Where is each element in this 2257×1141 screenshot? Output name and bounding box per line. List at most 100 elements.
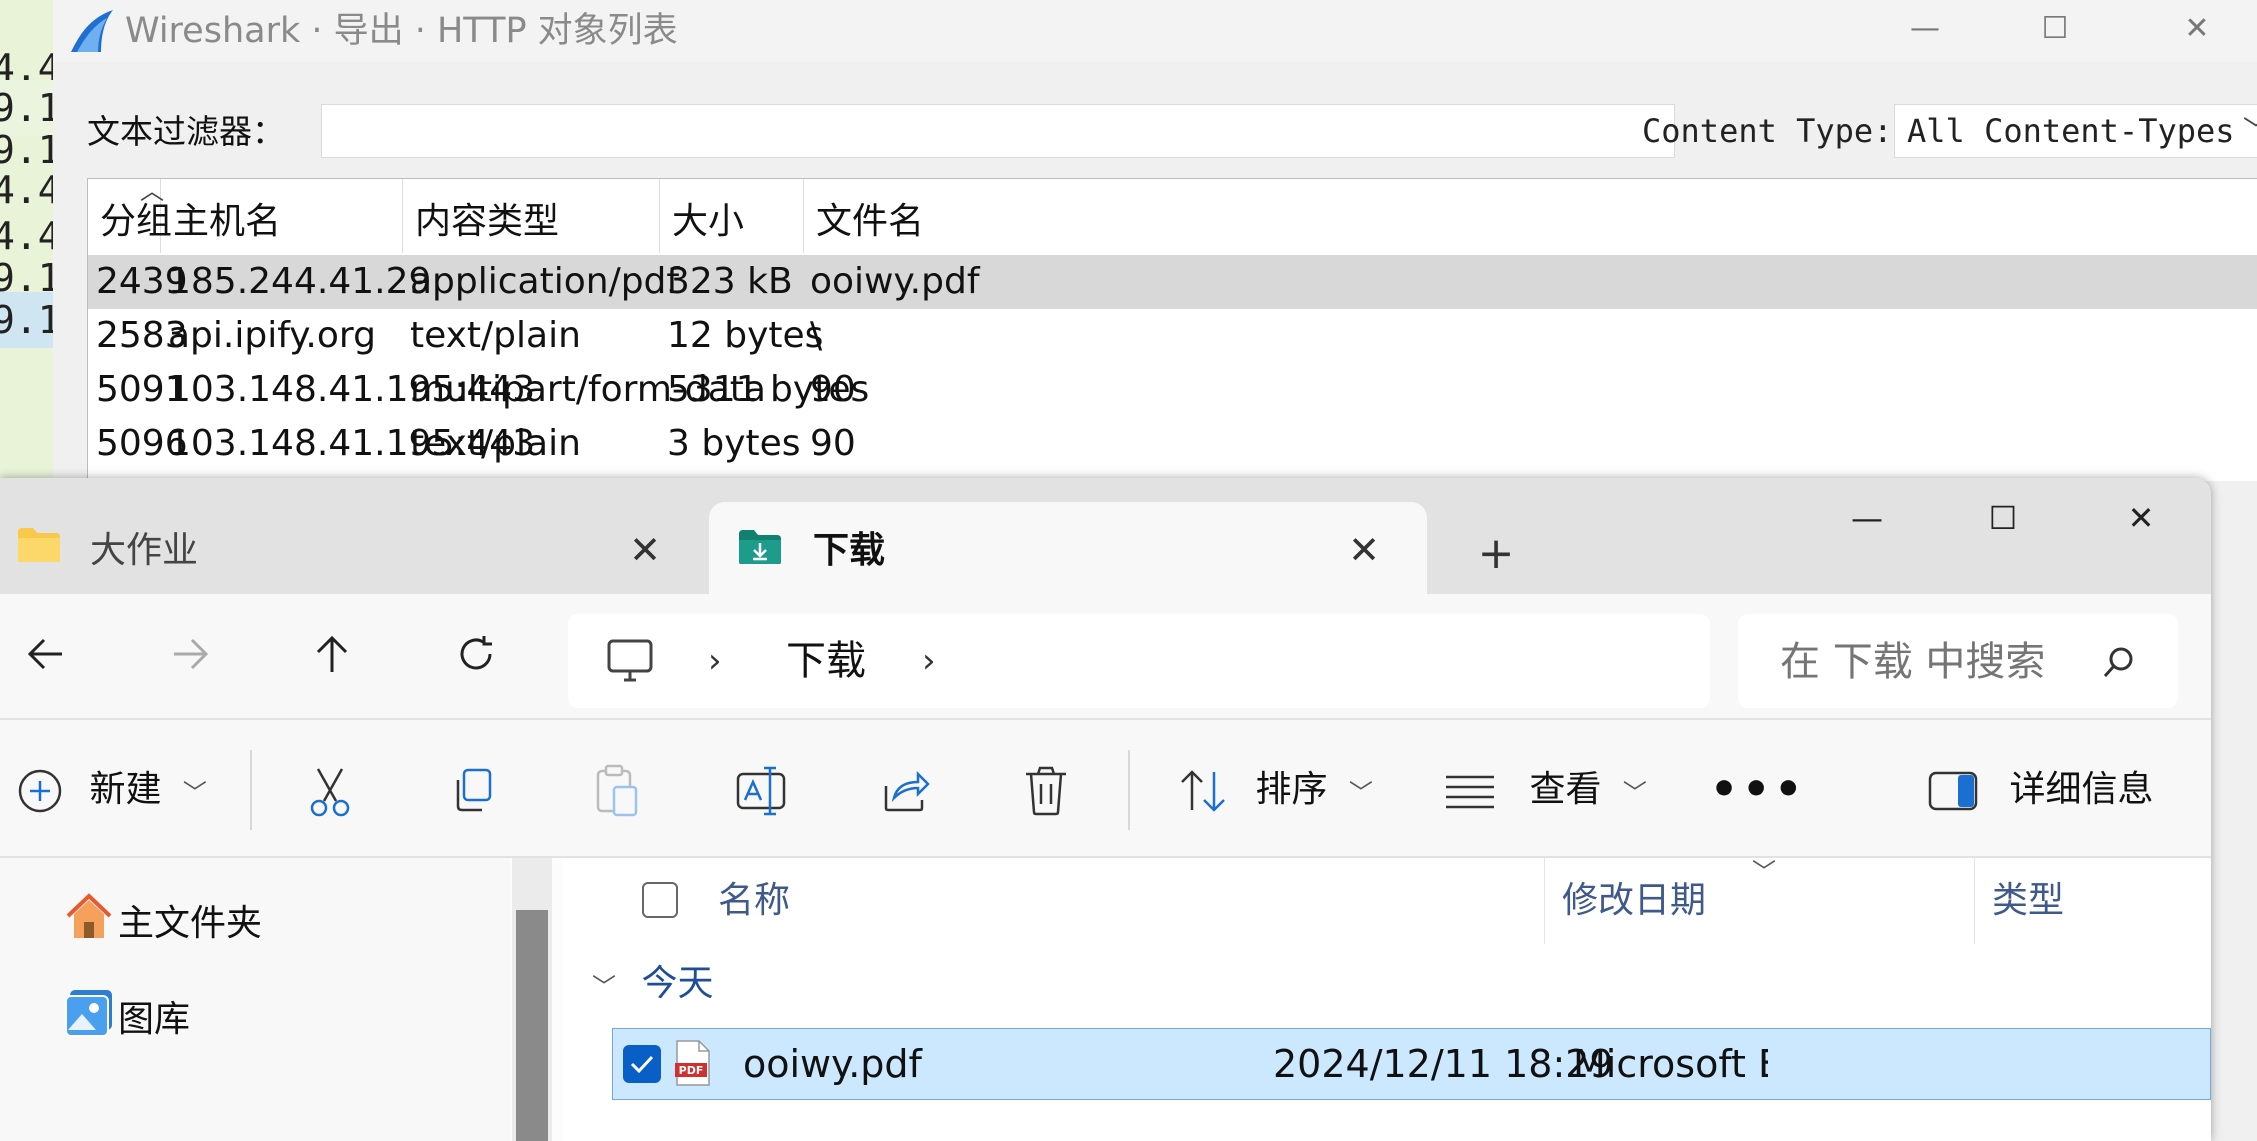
share-icon bbox=[884, 770, 930, 812]
explorer-tab-bar: 大作业 ✕ 下载 ✕ + — ☐ ✕ bbox=[0, 478, 2211, 594]
back-button[interactable] bbox=[16, 632, 76, 692]
content-type-value: All Content-Types bbox=[1907, 112, 2235, 150]
group-header-today[interactable]: ﹀ 今天 bbox=[592, 954, 713, 1014]
maximize-button[interactable]: ☐ bbox=[2025, 0, 2085, 62]
tab-downloads[interactable]: 下载 ✕ bbox=[709, 502, 1427, 594]
column-header-hostname[interactable]: 主机名 bbox=[161, 179, 403, 253]
chevron-down-icon: ﹀ bbox=[2243, 105, 2257, 157]
view-button[interactable]: 查看 ﹀ bbox=[1444, 750, 1647, 830]
column-header-filename[interactable]: 文件名 bbox=[804, 179, 2257, 253]
search-input[interactable] bbox=[1778, 634, 2082, 690]
file-type: Microsoft Edge PDF Document bbox=[1573, 1042, 1768, 1086]
table-row[interactable]: 2439 185.244.41.29 application/pdf 323 k… bbox=[88, 255, 2257, 309]
table-row[interactable]: 5096 103.148.41.195:443 text/plain 3 byt… bbox=[88, 417, 2257, 471]
minimize-button[interactable]: — bbox=[1822, 478, 1912, 558]
refresh-button[interactable] bbox=[446, 632, 506, 692]
maximize-button[interactable]: ☐ bbox=[1958, 478, 2048, 558]
new-button[interactable]: 新建 ﹀ bbox=[16, 750, 207, 830]
background-row: 9.1 bbox=[0, 292, 55, 348]
nav-item-home[interactable]: 主文件夹 bbox=[118, 894, 262, 954]
column-divider bbox=[1544, 858, 1545, 944]
cell-filename: ooiwy.pdf bbox=[810, 261, 980, 302]
arrow-up-icon bbox=[316, 635, 348, 672]
text-filter-label: 文本过滤器： bbox=[87, 112, 285, 151]
rename-icon bbox=[736, 766, 786, 816]
column-header-size[interactable]: 大小 bbox=[660, 179, 804, 253]
cell-content-type: text/plain bbox=[410, 423, 581, 464]
wireshark-title-bar: Wireshark · 导出 · HTTP 对象列表 — ☐ ✕ bbox=[53, 0, 2257, 62]
select-all-checkbox[interactable] bbox=[642, 882, 678, 918]
cell-size: 323 kB bbox=[667, 261, 793, 302]
file-explorer-window: 大作业 ✕ 下载 ✕ + — ☐ ✕ › 下载 › 在 下载 中搜索 新建 ﹀ … bbox=[0, 478, 2211, 1141]
address-bar[interactable]: › 下载 › bbox=[568, 614, 1710, 708]
group-label: 今天 bbox=[641, 963, 714, 1004]
sort-icon bbox=[1181, 770, 1225, 812]
sort-button[interactable]: 排序 ﹀ bbox=[1176, 750, 1373, 830]
divider bbox=[250, 750, 252, 830]
tab-assignment-folder[interactable]: 大作业 ✕ bbox=[0, 502, 700, 594]
plus-circle-icon bbox=[18, 769, 62, 813]
copy-button[interactable] bbox=[448, 750, 498, 830]
divider bbox=[1128, 750, 1130, 830]
column-divider bbox=[1974, 858, 1975, 944]
list-view-icon bbox=[1446, 775, 1494, 809]
minimize-button[interactable]: — bbox=[1895, 0, 1955, 62]
background-packet-list: 4.4 9.1 9.1 4.4 4.4 9.1 9.1 bbox=[0, 0, 57, 480]
navigation-scrollbar-thumb[interactable] bbox=[516, 910, 548, 1141]
cell-hostname: 185.244.41.29 bbox=[168, 261, 432, 302]
column-header-name[interactable]: 名称 bbox=[718, 858, 790, 944]
delete-button[interactable] bbox=[1022, 750, 1070, 830]
new-tab-button[interactable]: + bbox=[1466, 514, 1526, 594]
pdf-file-icon: PDF bbox=[675, 1040, 710, 1086]
more-options-icon[interactable]: ••• bbox=[1710, 750, 1806, 830]
paste-button[interactable] bbox=[592, 750, 642, 830]
close-tab-icon[interactable]: ✕ bbox=[1339, 502, 1389, 594]
view-label: 查看 bbox=[1529, 769, 1602, 810]
file-name: ooiwy.pdf bbox=[743, 1042, 922, 1086]
close-button[interactable]: ✕ bbox=[2167, 0, 2227, 62]
explorer-address-row: › 下载 › bbox=[0, 594, 2211, 718]
cell-filename: 90 bbox=[810, 423, 856, 464]
refresh-icon bbox=[460, 636, 492, 670]
list-item[interactable]: PDF ooiwy.pdf 2024/12/11 18:29 Microsoft… bbox=[612, 1028, 2211, 1100]
trash-icon bbox=[1026, 766, 1066, 816]
breadcrumb-chevron-icon[interactable]: › bbox=[708, 614, 722, 708]
details-pane-button[interactable]: 详细信息 bbox=[1928, 750, 2153, 830]
http-object-table: 分组 ︿ 主机名 内容类型 大小 文件名 2439 185.244.41.29 … bbox=[87, 178, 2257, 481]
explorer-body: 主文件夹 图库 名称 修改日期 ﹀ 类型 ﹀ 今天 PDF ooiwy.pdf … bbox=[0, 858, 2211, 1141]
close-tab-icon[interactable]: ✕ bbox=[620, 502, 670, 594]
rename-button[interactable] bbox=[734, 750, 788, 830]
close-button[interactable]: ✕ bbox=[2096, 478, 2186, 558]
navigation-pane: 主文件夹 图库 bbox=[0, 858, 510, 1141]
cell-content-type: application/pdf bbox=[410, 261, 680, 302]
column-header-type[interactable]: 类型 bbox=[1992, 858, 2064, 944]
nav-item-gallery[interactable]: 图库 bbox=[118, 990, 190, 1050]
wireshark-window-title: Wireshark · 导出 · HTTP 对象列表 bbox=[125, 11, 678, 51]
search-box[interactable] bbox=[1738, 614, 2178, 708]
item-checkbox-checked[interactable] bbox=[623, 1045, 661, 1083]
details-pane-icon bbox=[1928, 771, 1978, 811]
forward-button[interactable] bbox=[160, 632, 220, 692]
tab-label: 下载 bbox=[813, 530, 886, 571]
up-button[interactable] bbox=[302, 632, 362, 692]
column-header-date-modified[interactable]: 修改日期 bbox=[1562, 858, 1706, 944]
chevron-down-icon: ﹀ bbox=[182, 779, 207, 807]
chevron-down-icon: ﹀ bbox=[1348, 779, 1373, 807]
tab-label: 大作业 bbox=[90, 530, 199, 571]
breadcrumb-downloads[interactable]: 下载 bbox=[786, 614, 866, 708]
breadcrumb-chevron-icon[interactable]: › bbox=[922, 614, 936, 708]
text-filter-input[interactable] bbox=[321, 104, 1675, 158]
share-button[interactable] bbox=[880, 750, 930, 830]
arrow-right-icon bbox=[174, 638, 209, 670]
computer-icon bbox=[607, 639, 653, 682]
table-row[interactable]: 5091 103.148.41.195:443 multipart/form-d… bbox=[88, 363, 2257, 417]
table-row[interactable]: 2583 api.ipify.org text/plain 12 bytes \ bbox=[88, 309, 2257, 363]
gallery-icon bbox=[65, 990, 112, 1037]
cut-button[interactable] bbox=[302, 750, 358, 830]
cell-size: 3 bytes bbox=[667, 423, 801, 464]
chevron-down-icon: ﹀ bbox=[592, 973, 616, 1001]
scissors-icon bbox=[310, 768, 350, 817]
sort-descending-icon: ﹀ bbox=[1752, 858, 1776, 886]
content-type-select[interactable]: All Content-Types ﹀ bbox=[1894, 104, 2257, 158]
column-header-content-type[interactable]: 内容类型 bbox=[403, 179, 660, 253]
